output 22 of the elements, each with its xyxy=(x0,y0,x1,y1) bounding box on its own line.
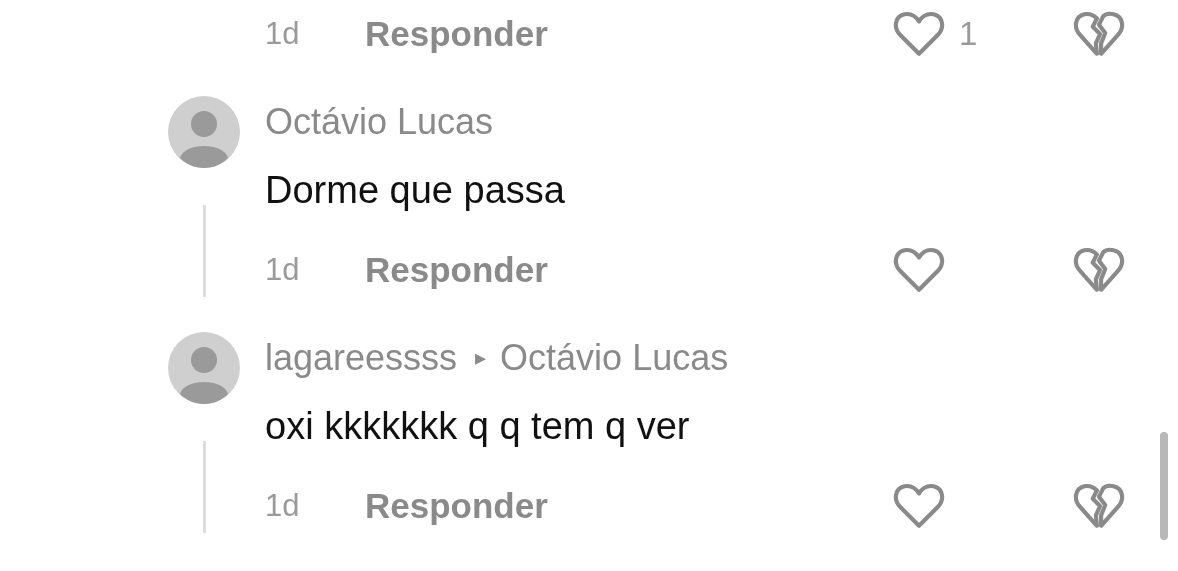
like-count: 1 xyxy=(959,15,978,53)
heart-icon[interactable] xyxy=(893,481,945,531)
scrollbar[interactable] xyxy=(1160,432,1168,540)
comment-text: Dorme que passa xyxy=(265,168,566,213)
avatar[interactable] xyxy=(168,332,240,404)
comment-text: oxi kkkkkkk q q tem q ver xyxy=(265,404,691,449)
reply-link[interactable]: Responder xyxy=(365,250,548,290)
broken-heart-icon[interactable] xyxy=(1073,481,1125,531)
reply-arrow-icon: ▸ xyxy=(475,345,487,371)
avatar[interactable] xyxy=(168,96,240,168)
author-name[interactable]: Octávio Lucas xyxy=(265,101,494,143)
heart-icon[interactable] xyxy=(893,9,945,59)
broken-heart-icon[interactable] xyxy=(1073,9,1125,59)
broken-heart-icon[interactable] xyxy=(1073,245,1125,295)
reply-link[interactable]: Responder xyxy=(365,14,548,54)
author-name[interactable]: lagareessss xyxy=(265,337,458,379)
heart-icon[interactable] xyxy=(893,245,945,295)
comment-time: 1d xyxy=(265,488,301,524)
author-name[interactable]: Octávio Lucas xyxy=(500,337,729,379)
reply-link[interactable]: Responder xyxy=(365,486,548,526)
comment-time: 1d xyxy=(265,16,301,52)
comment-time: 1d xyxy=(265,252,301,288)
